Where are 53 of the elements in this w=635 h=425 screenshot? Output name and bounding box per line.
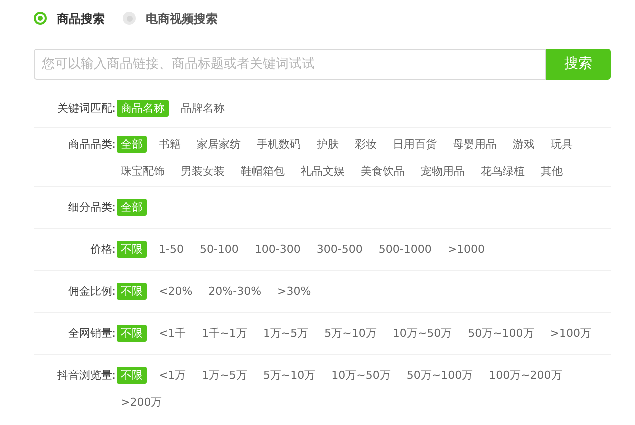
filter-option[interactable]: >30% [274, 283, 316, 300]
filter-option[interactable]: 宠物用品 [417, 163, 469, 180]
filter-label: 抖音浏览量: [56, 368, 116, 384]
filter-option[interactable]: 玩具 [547, 136, 577, 153]
filter-option[interactable]: >1000 [444, 241, 490, 258]
filter-label: 价格: [89, 242, 116, 258]
filter-option[interactable]: 品牌名称 [177, 100, 229, 117]
radio-icon [123, 12, 136, 25]
filter-option[interactable]: 游戏 [509, 136, 539, 153]
filter-option[interactable]: 100-300 [250, 241, 305, 258]
filter-option[interactable]: 珠宝配饰 [117, 163, 169, 180]
filter-option[interactable]: 10万~50万 [388, 325, 456, 342]
filter-option[interactable]: 300-500 [312, 241, 367, 258]
filter-label: 佣金比例: [67, 284, 116, 300]
filter-label: 关键词匹配: [56, 101, 116, 117]
filter-option[interactable]: 20%-30% [204, 283, 266, 300]
filter-option[interactable]: 母婴用品 [449, 136, 501, 153]
filter-option[interactable]: 100万~200万 [485, 367, 566, 384]
filter-option[interactable]: >100万 [546, 325, 596, 342]
filter-option[interactable]: 5万~10万 [259, 367, 320, 384]
search-mode-radio[interactable]: 商品搜索 [34, 10, 105, 28]
filter-option[interactable]: 彩妆 [351, 136, 381, 153]
filter-option[interactable]: 美食饮品 [357, 163, 409, 180]
filter-option[interactable]: <20% [155, 283, 197, 300]
filter-option[interactable]: >200万 [117, 394, 166, 411]
radio-icon [34, 12, 47, 25]
filter-option[interactable]: 男装女装 [177, 163, 229, 180]
filter-option[interactable]: 1-50 [155, 241, 188, 258]
search-field[interactable]: 您可以输入商品链接、商品标题或者关键词试试 [34, 49, 546, 80]
filter-option[interactable]: 1千~1万 [198, 325, 252, 342]
filter-option[interactable]: 其他 [537, 163, 567, 180]
filter-option[interactable]: 手机数码 [253, 136, 305, 153]
filter-option[interactable]: 日用百货 [389, 136, 441, 153]
filter-option[interactable]: 护肤 [313, 136, 343, 153]
filter-label: 全网销量: [67, 326, 116, 342]
search-mode-radio[interactable]: 电商视频搜索 [123, 10, 218, 28]
filter-option[interactable]: 鞋帽箱包 [237, 163, 289, 180]
filter-option[interactable]: 花鸟绿植 [477, 163, 529, 180]
filter-option[interactable]: 50万~100万 [464, 325, 538, 342]
filter-option[interactable]: 5万~10万 [320, 325, 381, 342]
filter-label: 商品品类: [67, 137, 116, 153]
filter-option[interactable]: 家居家纺 [193, 136, 245, 153]
filter-option[interactable]: 10万~50万 [328, 367, 395, 384]
filter-option[interactable]: 书籍 [155, 136, 185, 153]
filter-option[interactable]: 1万~5万 [198, 367, 252, 384]
filter-option[interactable]: <1万 [155, 367, 190, 384]
filter-option[interactable]: 500-1000 [374, 241, 436, 258]
filter-option[interactable]: 1万~5万 [259, 325, 313, 342]
filter-option[interactable]: 50万~100万 [402, 367, 478, 384]
filter-option[interactable]: 礼品文娱 [297, 163, 349, 180]
filter-option[interactable]: <1千 [155, 325, 190, 342]
filter-label: 细分品类: [67, 200, 116, 216]
filter-option[interactable]: 50-100 [196, 241, 243, 258]
